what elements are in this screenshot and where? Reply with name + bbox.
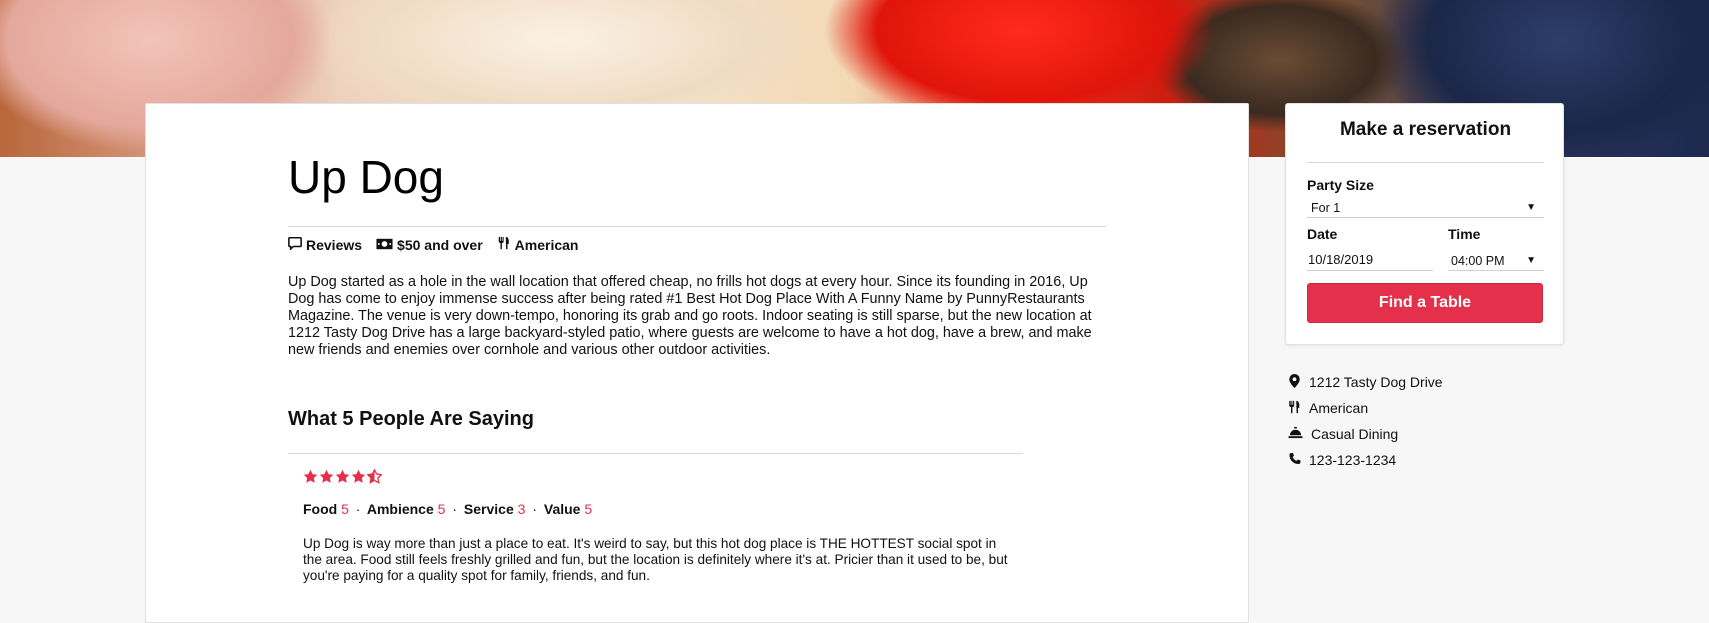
meta-reviews-label: Reviews [306, 236, 363, 253]
cuisine-text: American [1309, 400, 1369, 416]
party-size-select[interactable]: For 1 ▼ [1307, 196, 1544, 218]
restaurant-description: Up Dog started as a hole in the wall loc… [288, 274, 1092, 358]
reviews-section-title: What 5 People Are Saying [288, 408, 534, 430]
dining-style-text: Casual Dining [1311, 426, 1399, 442]
comment-icon [288, 236, 302, 253]
find-table-button[interactable]: Find a Table [1307, 283, 1543, 323]
food-label: Food [303, 501, 338, 517]
star-icon [319, 469, 334, 489]
address-text: 1212 Tasty Dog Drive [1309, 374, 1443, 390]
review-star-rating [303, 468, 383, 489]
party-size-value: For 1 [1311, 201, 1341, 215]
meta-cuisine: American [497, 236, 579, 253]
meta-price-label: $50 and over [397, 236, 483, 253]
value-value: 5 [584, 501, 593, 517]
time-label: Time [1448, 226, 1481, 242]
service-value: 3 [517, 501, 526, 517]
date-label: Date [1307, 226, 1338, 242]
restaurant-name: Up Dog [288, 151, 444, 203]
value-label: Value [543, 501, 581, 517]
divider [1307, 162, 1544, 163]
meta-price: $50 and over [376, 236, 483, 253]
meta-cuisine-label: American [514, 236, 579, 253]
ambience-label: Ambience [366, 501, 434, 517]
party-size-label: Party Size [1307, 177, 1374, 193]
date-input[interactable]: 10/18/2019 [1307, 247, 1433, 271]
star-icon [303, 469, 318, 489]
info-cuisine: American [1288, 395, 1443, 421]
date-value: 10/18/2019 [1308, 252, 1374, 267]
field-underline [1307, 270, 1433, 271]
info-phone: 123-123-1234 [1288, 447, 1443, 473]
meta-reviews[interactable]: Reviews [288, 236, 362, 253]
review-text: Up Dog is way more than just a place to … [303, 536, 1008, 583]
time-select[interactable]: 04:00 PM ▼ [1448, 249, 1544, 271]
service-bell-icon [1288, 426, 1303, 442]
review-category-ratings: Food 5 · Ambience 5 · Service 3 · Value … [303, 501, 592, 517]
restaurant-info-list: 1212 Tasty Dog Drive American Casual Din… [1288, 369, 1443, 473]
restaurant-meta: Reviews $50 and over American [288, 236, 578, 253]
info-dining-style: Casual Dining [1288, 421, 1443, 447]
ambience-value: 5 [437, 501, 446, 517]
field-underline [1448, 270, 1544, 271]
star-icon [335, 469, 350, 489]
utensils-icon [497, 236, 511, 253]
info-address: 1212 Tasty Dog Drive [1288, 369, 1443, 395]
separator: · [452, 501, 458, 517]
reservation-title: Make a reservation [1339, 119, 1512, 140]
service-label: Service [463, 501, 514, 517]
chevron-down-icon: ▼ [1526, 255, 1536, 266]
divider [288, 226, 1106, 227]
reservation-card: Make a reservation Party Size For 1 ▼ Da… [1285, 103, 1564, 345]
field-underline [1307, 217, 1544, 218]
chevron-down-icon: ▼ [1526, 202, 1536, 213]
star-icon [351, 469, 366, 489]
utensils-icon [1288, 400, 1301, 417]
money-bill-icon [376, 237, 393, 253]
divider [288, 453, 1023, 454]
star-half-icon [366, 468, 383, 489]
food-value: 5 [341, 501, 349, 517]
phone-icon [1288, 452, 1301, 469]
separator: · [355, 501, 361, 517]
phone-text[interactable]: 123-123-1234 [1309, 452, 1396, 468]
time-value: 04:00 PM [1451, 254, 1505, 268]
map-pin-icon [1288, 373, 1301, 391]
separator: · [532, 501, 537, 517]
